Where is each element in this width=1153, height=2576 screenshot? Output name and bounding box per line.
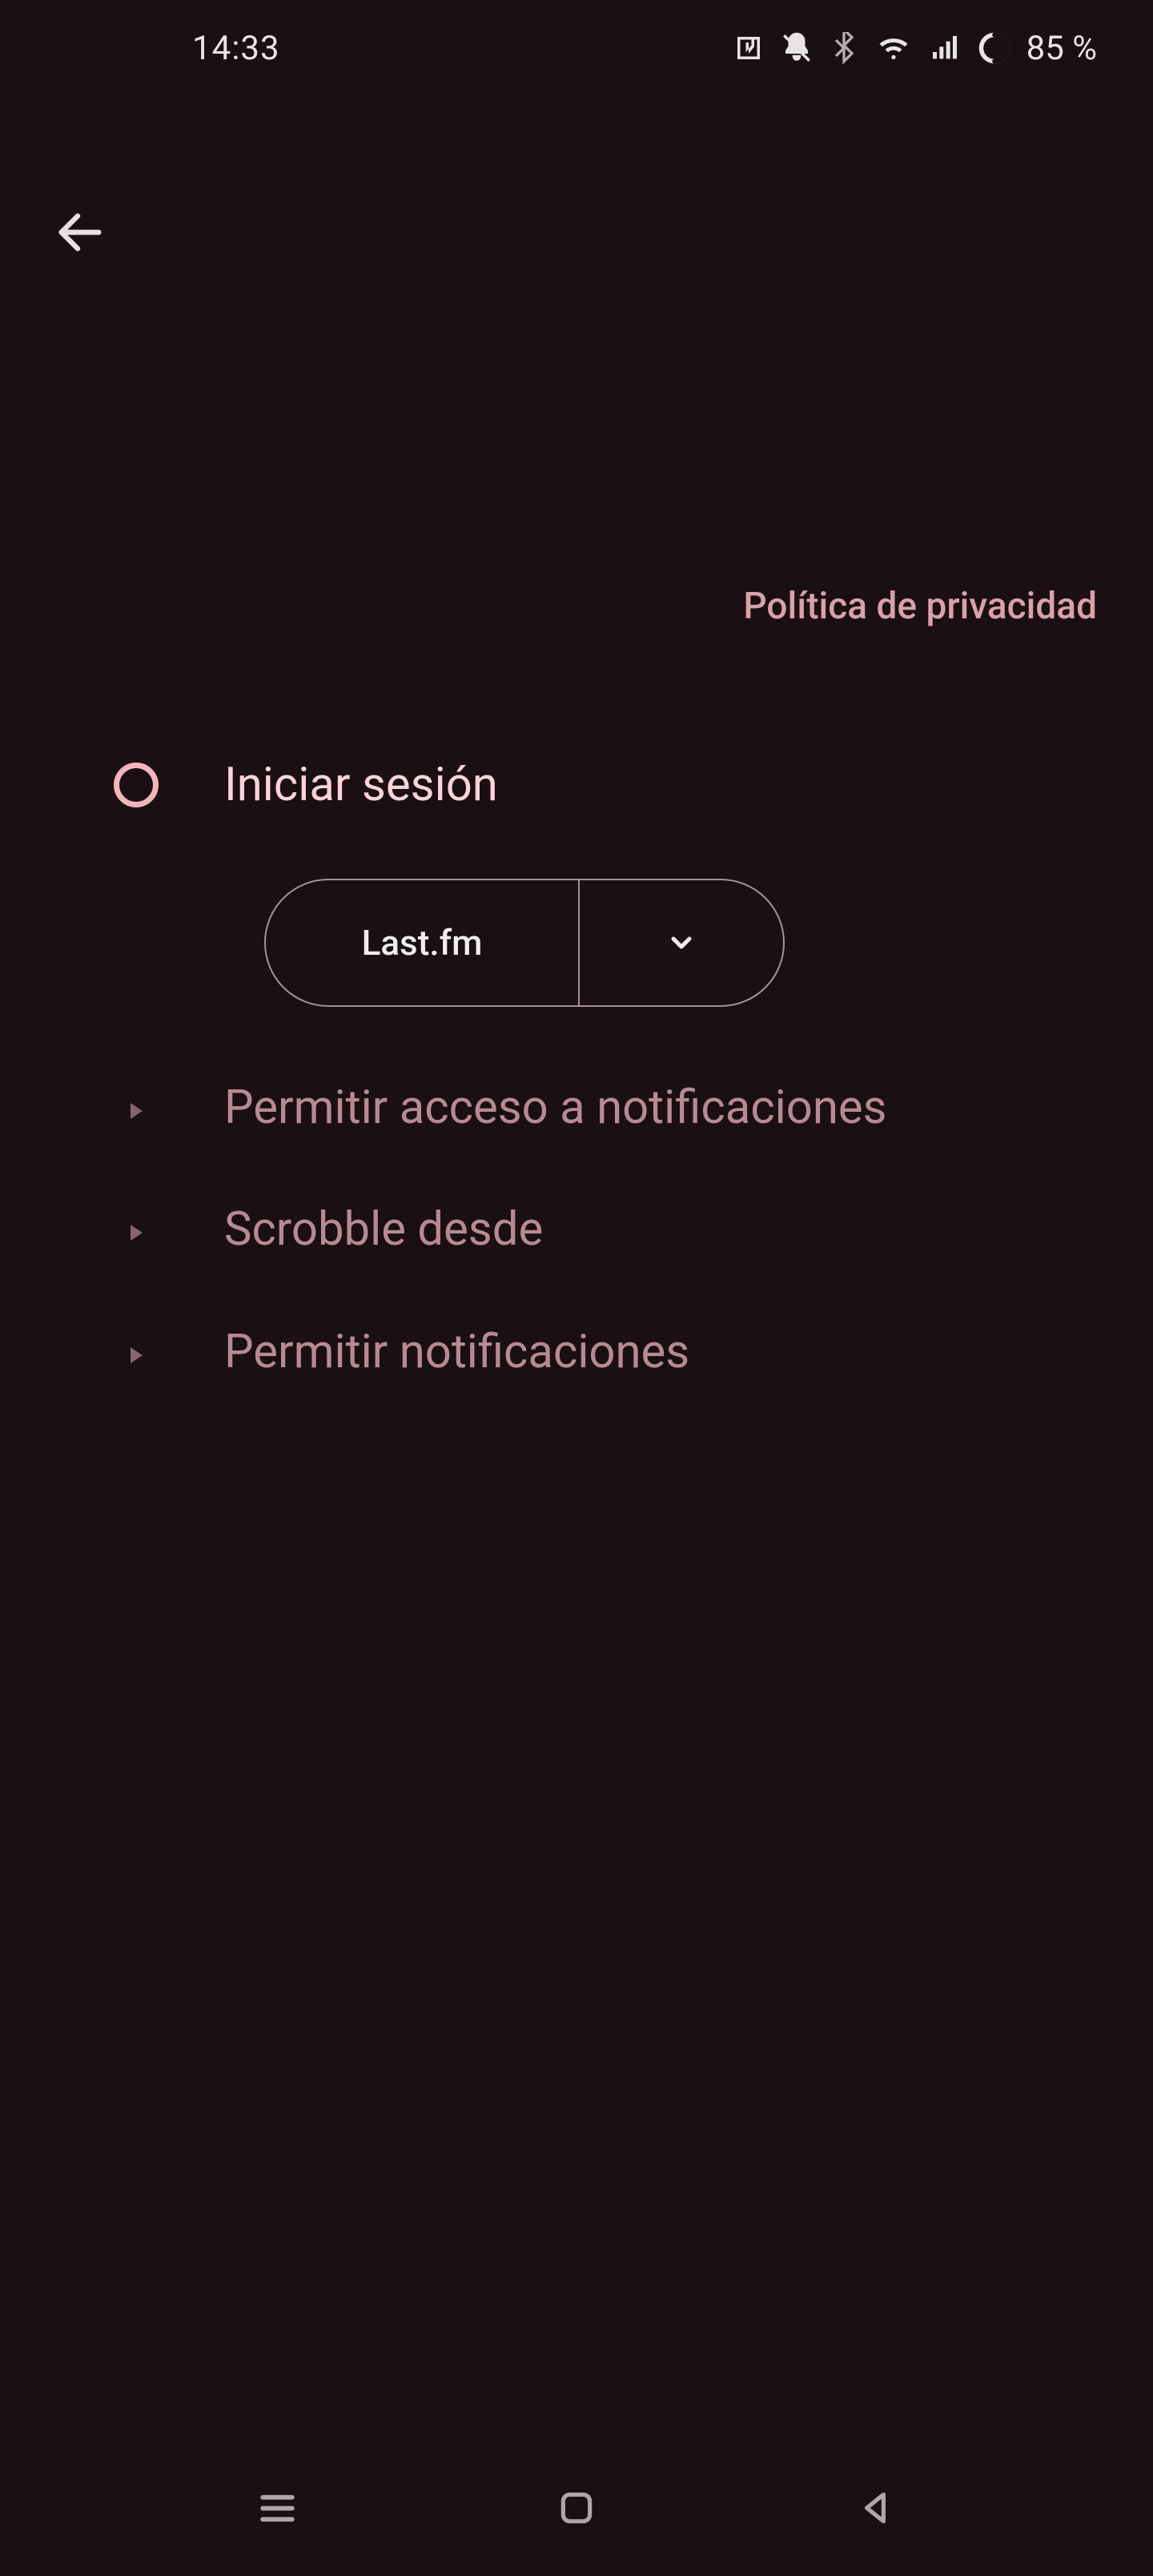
step-indicator-pending-icon [131,1103,143,1119]
arrow-left-icon [52,204,108,260]
battery-ring-icon [977,30,1012,66]
mute-icon [780,31,814,65]
status-indicators: 85 % [732,29,1097,68]
step-allow-notifications-label: Permitir notificaciones [224,1323,1097,1382]
status-bar: 14:33 85 % [0,0,1153,96]
signal-icon [927,32,962,64]
nfc-icon [732,31,765,65]
login-service-dropdown[interactable]: Last.fm [264,879,785,1007]
triangle-left-icon [855,2488,895,2528]
status-time: 14:33 [192,29,280,68]
step-allow-notifications[interactable]: Permitir notificaciones [104,1323,1097,1382]
dropdown-caret-area[interactable] [580,880,783,1005]
square-outline-icon [556,2488,597,2528]
step-indicator-pending-icon [131,1225,143,1241]
nav-home-button[interactable] [544,2476,609,2540]
chevron-down-icon [665,927,697,959]
menu-lines-icon [255,2486,299,2530]
bluetooth-icon [828,32,860,64]
step-indicator-active-icon [114,763,159,807]
system-nav-bar [0,2440,1153,2576]
onboarding-steps: Iniciar sesión Last.fm Permitir acceso a… [0,756,1153,1381]
wifi-icon [874,31,913,65]
login-service-selected: Last.fm [266,880,578,1005]
step-login[interactable]: Iniciar sesión [104,756,1097,815]
step-scrobble-from-label: Scrobble desde [224,1201,1097,1259]
battery-text: 85 % [1026,29,1097,68]
nav-recents-button[interactable] [246,2476,310,2540]
step-login-label: Iniciar sesión [224,756,1097,815]
step-notification-access[interactable]: Permitir acceso a notificaciones [104,1079,1097,1137]
step-scrobble-from[interactable]: Scrobble desde [104,1201,1097,1259]
step-indicator-pending-icon [131,1347,143,1363]
nav-back-button[interactable] [843,2476,907,2540]
privacy-policy-link[interactable]: Política de privacidad [743,585,1097,628]
step-notification-access-label: Permitir acceso a notificaciones [224,1079,1097,1137]
back-button[interactable] [48,200,112,264]
